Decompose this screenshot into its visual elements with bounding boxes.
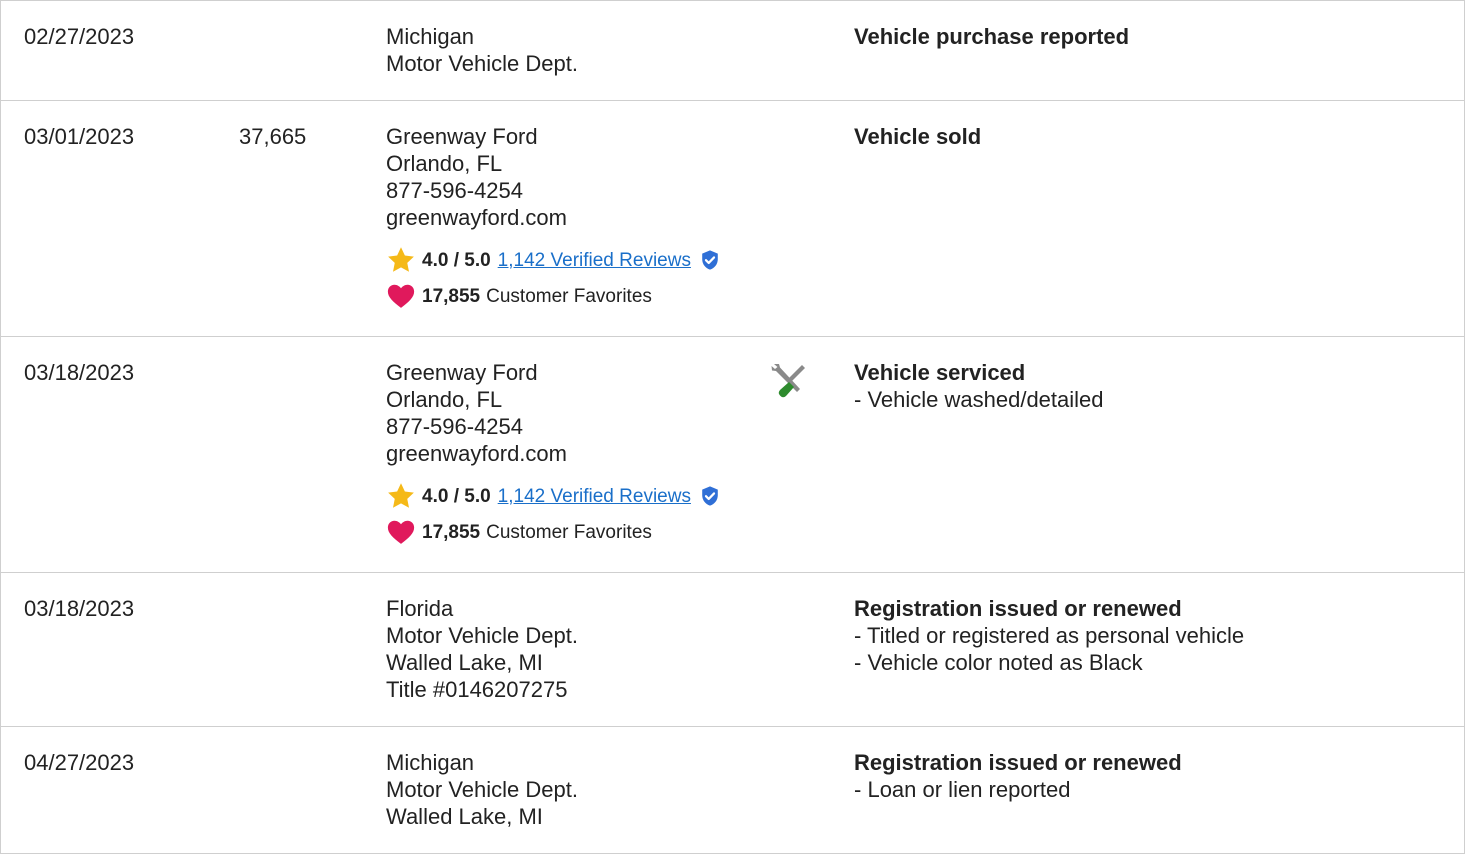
record-date: 03/18/2023 <box>24 596 135 621</box>
event-title: Vehicle sold <box>854 124 982 149</box>
verified-shield-icon <box>702 486 718 506</box>
favorites-count: 17,855 <box>422 285 481 307</box>
verified-shield-icon <box>702 250 718 270</box>
dealer-rating: 4.0 / 5.0 1,142 Verified Reviews <box>386 245 721 275</box>
source-line: Orlando, FL <box>386 387 503 412</box>
source-line: Michigan <box>386 24 475 49</box>
source-line: Motor Vehicle Dept. <box>386 777 578 802</box>
customer-favorites: 17,855 Customer Favorites <box>386 517 721 547</box>
heart-icon <box>387 520 415 544</box>
rating-value: 4.0 / 5.0 <box>422 485 491 507</box>
favorites-label: Customer Favorites <box>486 285 652 307</box>
record-source: Michigan Motor Vehicle Dept. <box>386 23 578 77</box>
source-line: Motor Vehicle Dept. <box>386 51 578 76</box>
source-line: Title #0146207275 <box>386 677 568 702</box>
event-title: Vehicle purchase reported <box>854 24 1130 49</box>
source-line: Greenway Ford <box>386 124 538 149</box>
record-details: Vehicle servicedVehicle washed/detailed <box>854 359 1104 413</box>
record-source: Greenway Ford Orlando, FL 877-596-4254 gree… <box>386 123 721 311</box>
rating-value: 4.0 / 5.0 <box>422 249 491 271</box>
service-icon-cell <box>769 597 809 637</box>
record-source: Michigan Motor Vehicle Dept. Walled Lake, … <box>386 749 578 830</box>
history-record-row: 03/18/2023 Greenway Ford Orlando, FL 877-5… <box>1 336 1464 572</box>
history-record-row: 02/27/2023 Michigan Motor Vehicle Dept. V… <box>1 0 1464 100</box>
service-icon-cell <box>769 751 809 791</box>
verified-reviews-link[interactable]: 1,142 Verified Reviews <box>498 247 691 274</box>
star-icon <box>388 247 414 272</box>
source-line: 877-596-4254 <box>386 178 524 203</box>
vehicle-history-table: 02/27/2023 Michigan Motor Vehicle Dept. V… <box>0 0 1465 854</box>
service-icon-cell <box>769 361 809 401</box>
source-line: 877-596-4254 <box>386 414 524 439</box>
history-record-row: 03/01/2023 37,665 Greenway Ford Orlando, … <box>1 100 1464 336</box>
record-date: 04/27/2023 <box>24 750 135 775</box>
history-record-row: 03/18/2023 Florida Motor Vehicle Dept. Wal… <box>1 572 1464 726</box>
source-line: Greenway Ford <box>386 360 538 385</box>
heart-icon <box>387 284 415 308</box>
event-detail-item: Loan or lien reported <box>854 776 1182 803</box>
source-line: Walled Lake, MI <box>386 650 543 675</box>
record-date: 02/27/2023 <box>24 24 135 49</box>
source-line[interactable]: greenwayford.com <box>386 440 721 467</box>
record-details: Registration issued or renewedTitled or … <box>854 595 1244 676</box>
verified-reviews-link[interactable]: 1,142 Verified Reviews <box>498 483 691 510</box>
service-icon-cell <box>769 125 809 165</box>
event-detail-item: Titled or registered as personal vehicle <box>854 622 1244 649</box>
favorites-label: Customer Favorites <box>486 521 652 543</box>
wrench-screwdriver-icon <box>771 364 805 398</box>
source-line: Michigan <box>386 750 475 775</box>
source-line[interactable]: greenwayford.com <box>386 204 721 231</box>
favorites-count: 17,855 <box>422 521 481 543</box>
event-title: Registration issued or renewed <box>854 596 1182 621</box>
source-line: Florida <box>386 596 454 621</box>
record-odometer: 37,665 <box>239 124 307 149</box>
event-detail-item: Vehicle washed/detailed <box>854 386 1103 413</box>
record-details: Registration issued or renewedLoan or li… <box>854 749 1182 803</box>
history-record-row: 04/27/2023 Michigan Motor Vehicle Dept. Wa… <box>1 726 1464 853</box>
source-line: Orlando, FL <box>386 151 503 176</box>
record-source: Florida Motor Vehicle Dept. Walled Lake, M… <box>386 595 578 703</box>
record-source: Greenway Ford Orlando, FL 877-596-4254 gree… <box>386 359 721 547</box>
record-details: Vehicle purchase reported <box>854 23 1129 50</box>
dealer-rating: 4.0 / 5.0 1,142 Verified Reviews <box>386 481 721 511</box>
record-date: 03/18/2023 <box>24 360 135 385</box>
event-title: Vehicle serviced <box>854 360 1026 385</box>
service-icon-cell <box>769 25 809 65</box>
record-date: 03/01/2023 <box>24 124 135 149</box>
event-detail-item: Vehicle color noted as Black <box>854 649 1244 676</box>
record-details: Vehicle sold <box>854 123 981 150</box>
source-line: Walled Lake, MI <box>386 804 543 829</box>
source-line: Motor Vehicle Dept. <box>386 623 578 648</box>
event-title: Registration issued or renewed <box>854 750 1182 775</box>
star-icon <box>388 483 414 508</box>
customer-favorites: 17,855 Customer Favorites <box>386 281 721 311</box>
